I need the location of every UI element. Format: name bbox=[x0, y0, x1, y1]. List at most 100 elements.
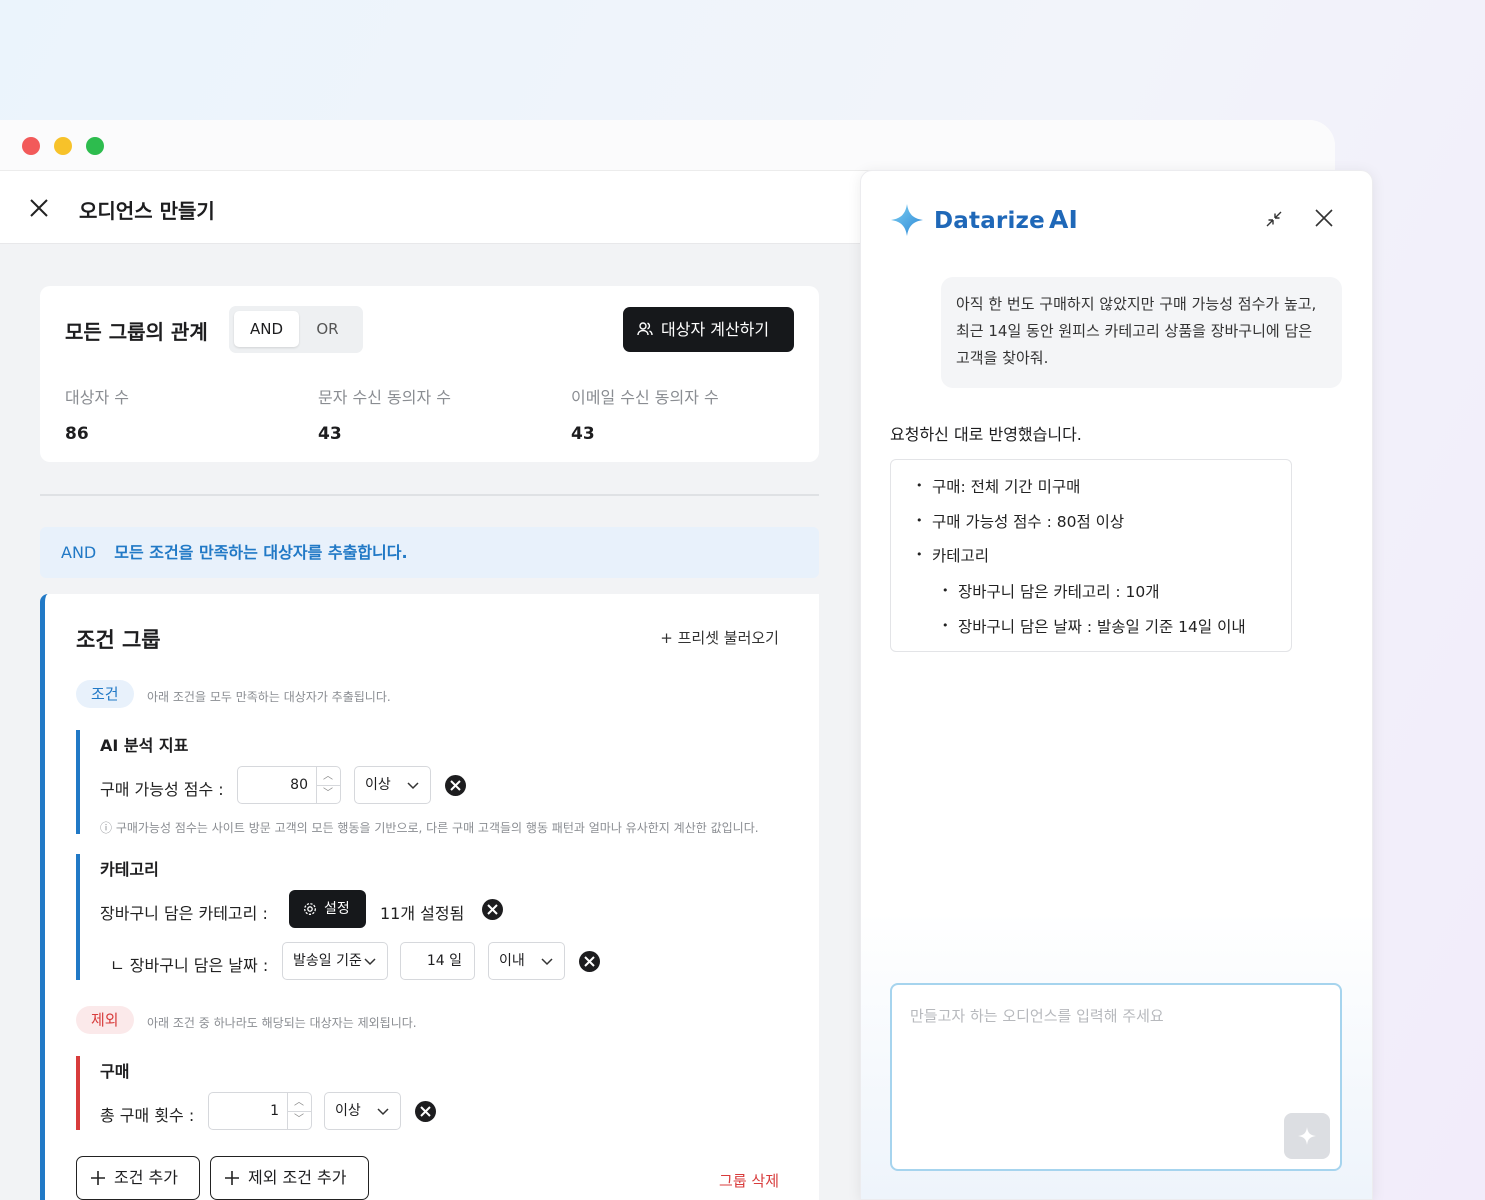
add-condition-label: 조건 추가 bbox=[114, 1168, 178, 1187]
close-icon[interactable] bbox=[1313, 207, 1335, 229]
plus-icon bbox=[91, 1171, 105, 1185]
load-preset-button[interactable]: + 프리셋 불러오기 bbox=[660, 627, 779, 648]
category-count: 11개 설정됨 bbox=[380, 904, 465, 923]
send-button[interactable] bbox=[1284, 1113, 1330, 1159]
chevron-up-icon[interactable]: ︿ bbox=[294, 1098, 304, 1108]
plus-icon bbox=[225, 1171, 239, 1185]
chevron-up-icon[interactable]: ︿ bbox=[323, 772, 333, 782]
chat-input[interactable]: 만들고자 하는 오디언스를 입력해 주세요 bbox=[890, 983, 1342, 1171]
minimize-window-dot[interactable] bbox=[54, 137, 72, 155]
brand-ai-text: AI bbox=[1048, 205, 1079, 234]
stat-email-consent: 이메일 수신 동의자 수 43 bbox=[571, 384, 719, 444]
condition-bar bbox=[76, 854, 80, 980]
stepper-value: 80 bbox=[290, 777, 308, 793]
ai-reply-text: 요청하신 대로 반영했습니다. bbox=[890, 425, 1082, 444]
list-item: 카테고리 bbox=[916, 544, 989, 566]
chevron-down-icon bbox=[541, 958, 553, 966]
cart-category-label: 장바구니 담은 카테고리 : bbox=[100, 904, 268, 923]
close-window-dot[interactable] bbox=[22, 137, 40, 155]
remove-condition-button[interactable] bbox=[482, 899, 503, 920]
purchase-count-stepper[interactable]: 1 ︿ ﹀ bbox=[208, 1092, 312, 1130]
list-item: 장바구니 담은 카테고리 : 10개 bbox=[942, 580, 1159, 602]
category-section-title: 카테고리 bbox=[100, 860, 159, 879]
date-days-input[interactable]: 14 일 bbox=[400, 942, 475, 980]
stat-value: 43 bbox=[571, 424, 595, 444]
exclude-tag: 제외 bbox=[76, 1006, 134, 1034]
builder-content: 모든 그룹의 관계 AND OR 대상자 계산하기 대상자 수 86 문자 수신… bbox=[0, 244, 860, 1200]
close-icon[interactable] bbox=[27, 196, 51, 220]
add-exclude-label: 제외 조건 추가 bbox=[248, 1168, 347, 1187]
section-divider bbox=[40, 494, 819, 496]
remove-condition-button[interactable] bbox=[415, 1101, 436, 1122]
minimize-icon[interactable] bbox=[1264, 209, 1284, 229]
stat-sms-consent: 문자 수신 동의자 수 43 bbox=[318, 384, 451, 444]
purchase-section-title: 구매 bbox=[100, 1062, 130, 1081]
purchase-operator-select[interactable]: 이상 bbox=[324, 1092, 401, 1130]
stat-label: 문자 수신 동의자 수 bbox=[318, 388, 452, 407]
sparkle-icon bbox=[1298, 1127, 1316, 1145]
category-settings-button[interactable]: 설정 bbox=[289, 890, 366, 928]
add-condition-button[interactable]: 조건 추가 bbox=[76, 1156, 200, 1200]
stepper-spinner[interactable]: ︿ ﹀ bbox=[287, 1093, 311, 1129]
condition-tag: 조건 bbox=[76, 680, 134, 708]
condition-bar bbox=[76, 730, 80, 834]
remove-condition-button[interactable] bbox=[445, 775, 466, 796]
stepper-value: 1 bbox=[270, 1103, 279, 1119]
and-banner: AND 모든 조건을 만족하는 대상자를 추출합니다. bbox=[40, 527, 819, 578]
and-option[interactable]: AND bbox=[234, 311, 299, 347]
condition-hint: 아래 조건을 모두 만족하는 대상자가 추출됩니다. bbox=[147, 690, 391, 704]
and-or-toggle: AND OR bbox=[229, 306, 363, 353]
group-relation-title: 모든 그룹의 관계 bbox=[65, 320, 208, 344]
ai-assistant-panel: Datarize AI 아직 한 번도 구매하지 않았지만 구매 가능성 점수가 … bbox=[860, 170, 1373, 1200]
stat-label: 이메일 수신 동의자 수 bbox=[571, 388, 719, 407]
ai-applied-conditions: 구매: 전체 기간 미구매 구매 가능성 점수 : 80점 이상 카테고리 장바… bbox=[890, 459, 1292, 652]
exclude-bar bbox=[76, 1056, 80, 1130]
brand-text: Datarize bbox=[934, 208, 1045, 234]
chevron-down-icon[interactable]: ﹀ bbox=[323, 789, 333, 799]
banner-text: 모든 조건을 만족하는 대상자를 추출합니다. bbox=[114, 543, 408, 562]
add-exclude-condition-button[interactable]: 제외 조건 추가 bbox=[210, 1156, 369, 1200]
sparkle-logo-icon bbox=[891, 204, 923, 236]
or-option[interactable]: OR bbox=[295, 311, 360, 347]
list-item: 구매 가능성 점수 : 80점 이상 bbox=[916, 510, 1124, 532]
delete-group-button[interactable]: 그룹 삭제 bbox=[719, 1170, 779, 1191]
chevron-down-icon bbox=[364, 958, 376, 966]
users-icon bbox=[637, 322, 653, 336]
score-info-text: ⓘ 구매가능성 점수는 사이트 방문 고객의 모든 행동을 기반으로, 다른 구… bbox=[100, 821, 759, 835]
user-message-bubble: 아직 한 번도 구매하지 않았지만 구매 가능성 점수가 높고, 최근 14일 … bbox=[941, 277, 1342, 388]
condition-group-card: 조건 그룹 + 프리셋 불러오기 조건 아래 조건을 모두 만족하는 대상자가 … bbox=[40, 594, 819, 1200]
purchase-score-label: 구매 가능성 점수 : bbox=[100, 780, 224, 799]
stepper-spinner[interactable]: ︿ ﹀ bbox=[316, 767, 340, 803]
settings-label: 설정 bbox=[324, 901, 350, 917]
ai-metric-section-title: AI 분석 지표 bbox=[100, 736, 189, 755]
list-item: 장바구니 담은 날짜 : 발송일 기준 14일 이내 bbox=[942, 615, 1246, 637]
stat-value: 86 bbox=[65, 424, 89, 444]
chevron-down-icon bbox=[377, 1108, 389, 1116]
select-value: 이내 bbox=[499, 953, 525, 969]
exclude-hint: 아래 조건 중 하나라도 해당되는 대상자는 제외됩니다. bbox=[147, 1016, 417, 1030]
banner-operator: AND bbox=[61, 543, 97, 562]
select-value: 발송일 기준 bbox=[293, 953, 362, 969]
maximize-window-dot[interactable] bbox=[86, 137, 104, 155]
summary-card: 모든 그룹의 관계 AND OR 대상자 계산하기 대상자 수 86 문자 수신… bbox=[40, 286, 819, 462]
select-value: 이상 bbox=[365, 777, 391, 793]
stat-label: 대상자 수 bbox=[65, 388, 129, 407]
purchase-score-stepper[interactable]: 80 ︿ ﹀ bbox=[237, 766, 341, 804]
group-title: 조건 그룹 bbox=[76, 628, 161, 652]
stat-audience: 대상자 수 86 bbox=[65, 384, 129, 444]
chat-placeholder: 만들고자 하는 오디언스를 입력해 주세요 bbox=[910, 1007, 1164, 1025]
remove-condition-button[interactable] bbox=[579, 951, 600, 972]
date-operator-select[interactable]: 이내 bbox=[488, 942, 565, 980]
chevron-down-icon[interactable]: ﹀ bbox=[294, 1115, 304, 1125]
ai-brand-name: Datarize AI bbox=[934, 205, 1078, 234]
calculate-audience-button[interactable]: 대상자 계산하기 bbox=[623, 307, 794, 352]
stat-value: 43 bbox=[318, 424, 342, 444]
score-operator-select[interactable]: 이상 bbox=[354, 766, 431, 804]
gear-icon bbox=[304, 903, 316, 915]
input-value: 14 일 bbox=[426, 953, 462, 969]
list-item: 구매: 전체 기간 미구매 bbox=[916, 475, 1080, 497]
date-basis-select[interactable]: 발송일 기준 bbox=[282, 942, 388, 980]
window-titlebar bbox=[0, 120, 1335, 171]
purchase-count-label: 총 구매 횟수 : bbox=[100, 1106, 195, 1125]
cart-date-label: ㄴ 장바구니 담은 날짜 : bbox=[110, 956, 269, 975]
